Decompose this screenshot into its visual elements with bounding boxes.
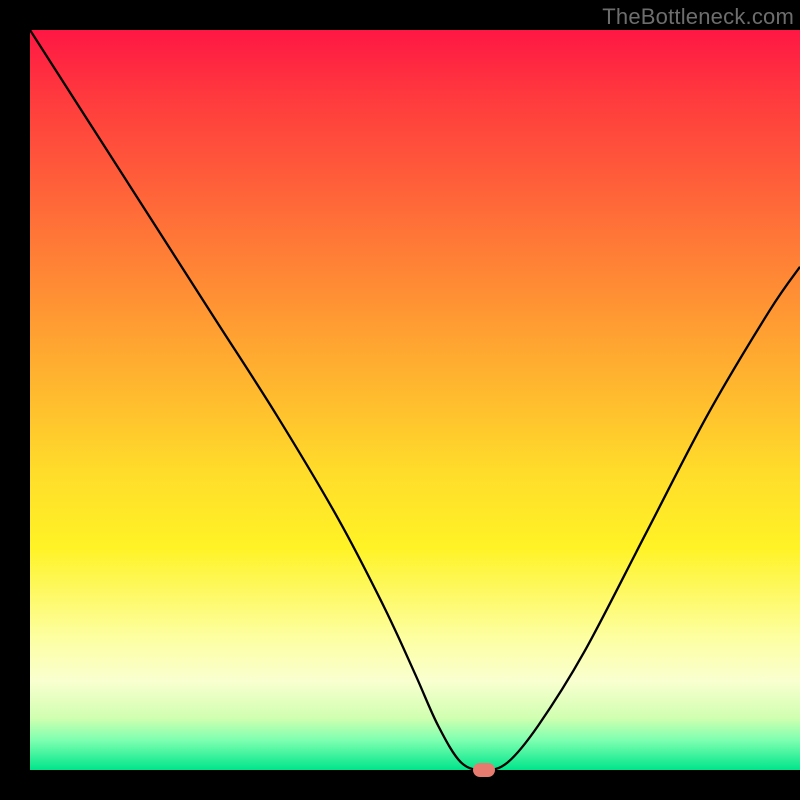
minimum-marker bbox=[473, 763, 495, 777]
bottleneck-curve bbox=[30, 30, 800, 770]
watermark-text: TheBottleneck.com bbox=[602, 4, 794, 30]
chart-frame: TheBottleneck.com bbox=[0, 0, 800, 800]
plot-area bbox=[30, 30, 800, 770]
